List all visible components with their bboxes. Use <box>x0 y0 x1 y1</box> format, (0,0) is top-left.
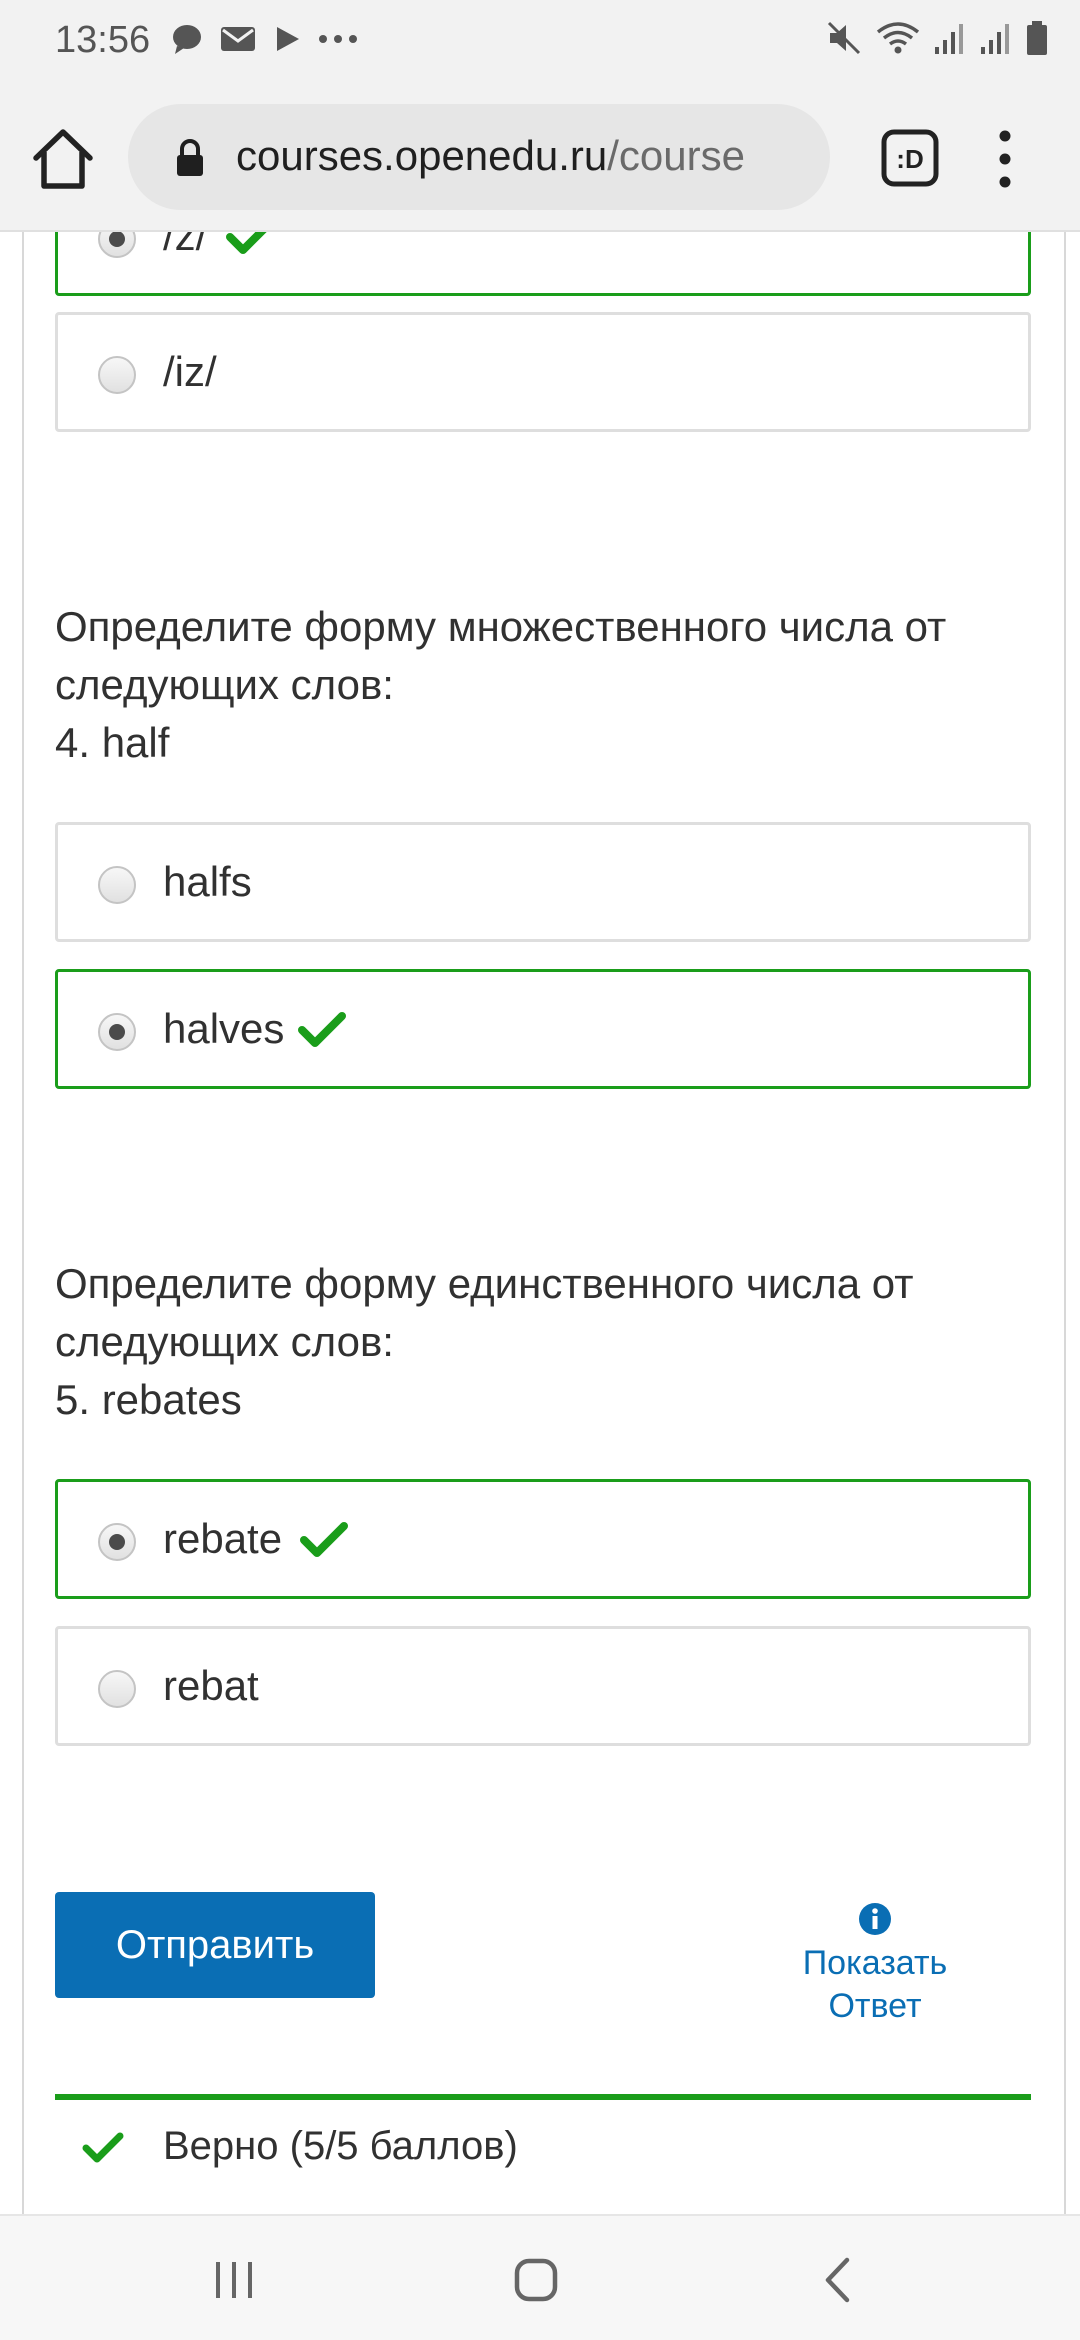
answer-option[interactable]: /z/ <box>55 232 1031 296</box>
prompt-line: 5. rebates <box>55 1376 242 1423</box>
url-host: courses.openedu.ru <box>236 132 608 179</box>
option-label: /iz/ <box>163 348 217 395</box>
url-text: courses.openedu.ru/course <box>236 132 745 180</box>
notification-icons <box>170 22 358 56</box>
result-divider <box>55 2094 1031 2100</box>
option-label: rebate <box>163 1515 283 1562</box>
system-nav-bar <box>0 2214 1080 2340</box>
status-bar: 13:56 <box>0 0 1080 82</box>
play-icon <box>277 27 299 51</box>
show-answer-label: Показать Ответ <box>770 1942 980 2028</box>
page-border-left <box>22 232 24 2214</box>
battery-icon <box>1027 21 1047 55</box>
check-icon <box>226 232 267 254</box>
address-bar[interactable]: courses.openedu.ru/course <box>128 104 830 210</box>
prompt-line: Определите форму единственного числа от <box>55 1260 914 1307</box>
tab-switcher-icon: :D <box>881 129 939 187</box>
tab-switcher-label: :D <box>896 144 923 174</box>
option-label: halves <box>163 1005 285 1052</box>
answer-option[interactable]: rebate <box>55 1479 1031 1599</box>
submit-button[interactable]: Отправить <box>55 1892 375 1998</box>
lock-icon <box>177 139 203 176</box>
option-label: rebat <box>163 1662 259 1709</box>
prompt-line: следующих слов: <box>55 1318 394 1365</box>
home-icon[interactable] <box>30 126 96 192</box>
url-path: /course <box>607 132 745 179</box>
status-time: 13:56 <box>55 19 151 61</box>
mute-icon <box>827 21 861 55</box>
show-answer-button[interactable]: Показать Ответ <box>770 1902 980 2028</box>
prompt-line: 4. half <box>55 719 170 766</box>
answer-option[interactable]: halfs <box>55 822 1031 942</box>
radio-button[interactable] <box>98 866 136 904</box>
mail-icon <box>221 27 255 51</box>
course-content: /z/ /iz/ Определите форму множественного… <box>0 232 1080 2214</box>
radio-button[interactable] <box>98 356 136 394</box>
check-icon <box>298 1012 346 1047</box>
radio-button[interactable] <box>98 1670 136 1708</box>
back-icon[interactable] <box>822 2256 852 2304</box>
show-answer-line: Показать <box>802 1944 948 1982</box>
signal-icon <box>935 24 963 54</box>
more-dots-icon <box>319 35 357 43</box>
radio-button[interactable] <box>98 232 136 258</box>
home-nav-icon[interactable] <box>514 2258 558 2302</box>
result-status: Верно (5/5 баллов) <box>163 2124 518 2168</box>
show-answer-line: Ответ <box>828 1987 922 2025</box>
page-border-right <box>1064 232 1066 2214</box>
question-prompt: Определите форму единственного числа от … <box>55 1255 1045 1429</box>
check-icon <box>82 2132 124 2163</box>
info-icon <box>859 1903 891 1935</box>
answer-option[interactable]: /iz/ <box>55 312 1031 432</box>
system-icons <box>826 20 1048 56</box>
more-menu-icon[interactable] <box>990 124 1020 194</box>
option-label: halfs <box>163 858 252 905</box>
prompt-line: Определите форму множественного числа от <box>55 603 947 650</box>
chat-bubble-icon <box>173 25 201 54</box>
recent-apps-icon[interactable] <box>212 2260 256 2300</box>
radio-button[interactable] <box>98 1013 136 1051</box>
screen: 13:56 courses.openedu.ru/course:D /z/ /… <box>0 0 1080 2340</box>
radio-button[interactable] <box>98 1523 136 1561</box>
answer-option[interactable]: rebat <box>55 1626 1031 1746</box>
signal-icon <box>981 24 1009 54</box>
browser-toolbar: courses.openedu.ru/course :D <box>0 82 1080 232</box>
check-icon <box>300 1522 348 1557</box>
question-prompt: Определите форму множественного числа от… <box>55 598 1045 772</box>
tab-switcher-button[interactable]: :D <box>878 126 942 190</box>
wifi-icon <box>876 22 920 54</box>
prompt-line: следующих слов: <box>55 661 394 708</box>
answer-option[interactable]: halves <box>55 969 1031 1089</box>
option-label: /z/ <box>163 232 208 259</box>
